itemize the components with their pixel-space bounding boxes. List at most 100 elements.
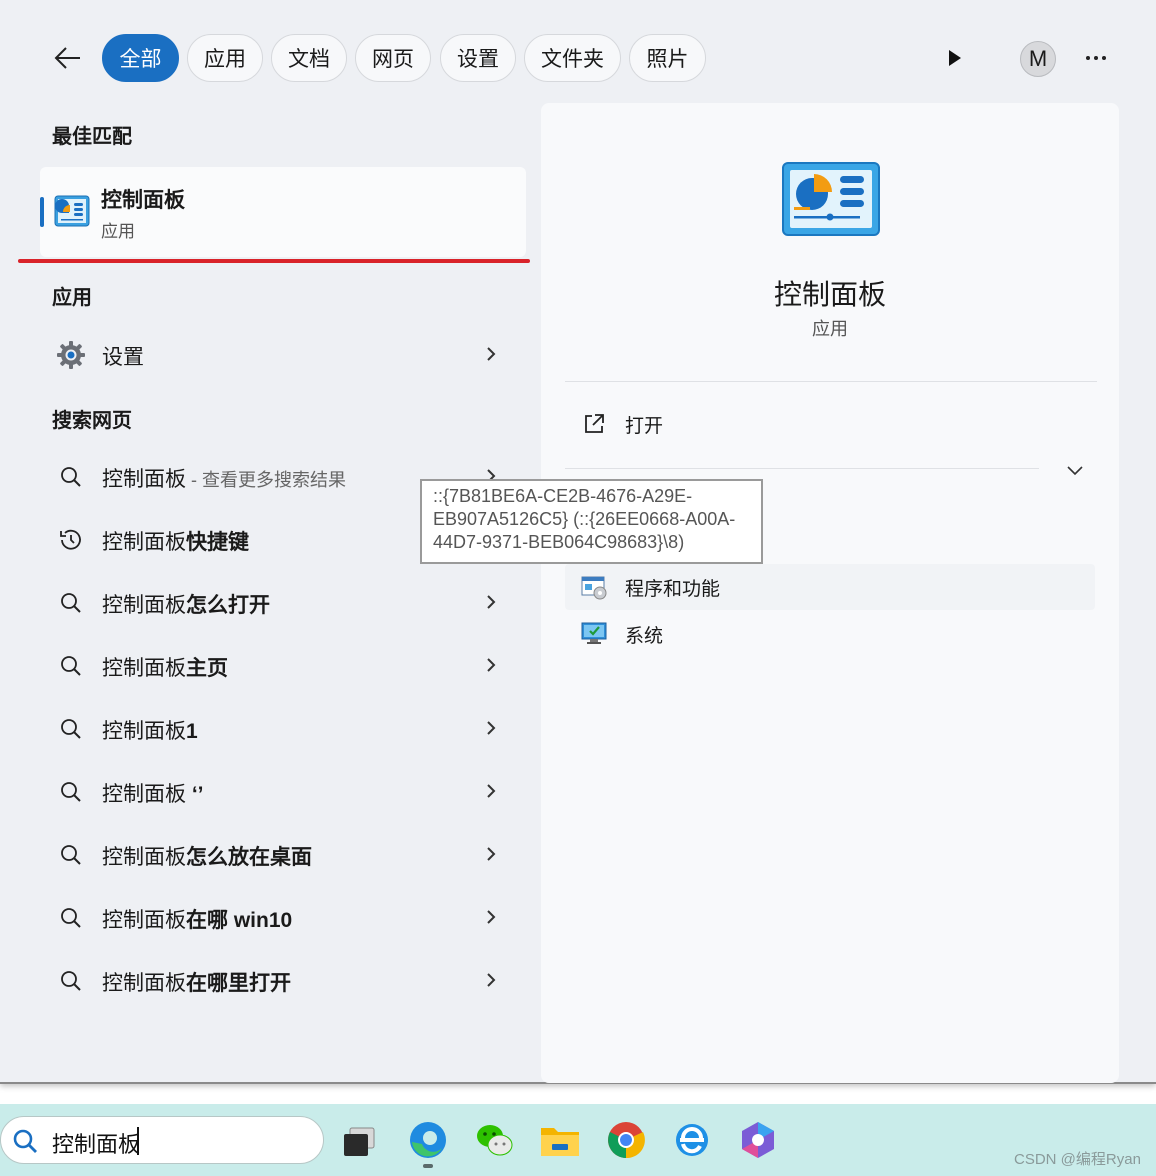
web-search-item[interactable]: 控制面板1 xyxy=(44,703,514,753)
query-suggestion: 在哪里打开 xyxy=(186,972,291,995)
query-suggestion: 快捷键 xyxy=(186,531,249,554)
copilot-icon[interactable] xyxy=(736,1118,780,1162)
query-suggestion: 主页 xyxy=(186,657,228,680)
file-explorer-icon[interactable] xyxy=(538,1118,582,1162)
open-action[interactable]: 打开 xyxy=(565,401,1095,447)
recent-item-programs-features[interactable]: 程序和功能 xyxy=(565,564,1095,610)
search-input[interactable]: 控制面板 xyxy=(52,1127,140,1159)
web-search-item[interactable]: 控制面板在哪里打开 xyxy=(44,955,514,1005)
more-results-hint: - 查看更多搜索结果 xyxy=(186,470,346,490)
web-search-text: 控制面板怎么放在桌面 xyxy=(102,841,312,871)
running-app-indicator xyxy=(423,1164,433,1168)
query-prefix: 控制面板 xyxy=(102,720,186,743)
query-prefix: 控制面板 xyxy=(102,846,186,869)
filter-tab-apps[interactable]: 应用 xyxy=(187,34,263,82)
chevron-right-icon xyxy=(484,656,498,674)
user-avatar[interactable]: M xyxy=(1020,41,1056,77)
open-label: 打开 xyxy=(625,416,664,437)
chrome-icon[interactable] xyxy=(604,1118,648,1162)
start-search-panel: 全部 应用 文档 网页 设置 文件夹 照片 M 最佳匹配 控制面板 应用 应用 xyxy=(0,0,1156,1084)
query-suggestion: 在哪 win10 xyxy=(186,909,293,932)
detail-title: 控制面板 xyxy=(773,279,886,310)
search-icon xyxy=(12,1128,38,1154)
programs-features-icon xyxy=(581,574,607,600)
divider xyxy=(565,381,1097,382)
query-prefix: 控制面板 xyxy=(102,972,186,995)
task-view-icon[interactable] xyxy=(340,1118,384,1162)
app-item-label: 设置 xyxy=(102,346,144,369)
web-search-text: 控制面板 - 查看更多搜索结果 xyxy=(102,463,346,493)
search-icon xyxy=(58,905,84,931)
settings-gear-icon xyxy=(57,341,85,369)
best-match-title: 控制面板 xyxy=(101,189,185,212)
expand-chevron-icon[interactable] xyxy=(1063,461,1087,481)
recent-item-system[interactable]: 系统 xyxy=(565,611,1095,657)
best-match-subtitle: 应用 xyxy=(101,222,135,241)
watermark-text: CSDN @编程Ryan xyxy=(1014,1151,1141,1168)
web-search-text: 控制面板 ‘’ xyxy=(102,778,204,808)
web-search-item[interactable]: 控制面板主页 xyxy=(44,640,514,690)
search-icon xyxy=(58,464,84,490)
divider xyxy=(565,468,1039,469)
web-search-item[interactable]: 控制面板怎么打开 xyxy=(44,577,514,627)
query-suggestion: 1 xyxy=(186,720,198,743)
filter-tab-photos[interactable]: 照片 xyxy=(629,34,706,82)
search-icon xyxy=(58,968,84,994)
query-prefix: 控制面板 xyxy=(102,468,186,491)
filter-tab-all[interactable]: 全部 xyxy=(102,34,179,82)
recent-item-label: 系统 xyxy=(625,626,664,647)
app-item-settings[interactable]: 设置 xyxy=(44,329,514,379)
chevron-right-icon xyxy=(484,345,498,363)
query-prefix: 控制面板 xyxy=(102,909,186,932)
web-search-item[interactable]: 控制面板 ‘’ xyxy=(44,766,514,816)
web-search-text: 控制面板怎么打开 xyxy=(102,589,270,619)
search-icon xyxy=(58,590,84,616)
text-caret xyxy=(137,1127,139,1155)
edge-icon[interactable] xyxy=(406,1118,450,1162)
web-search-text: 控制面板主页 xyxy=(102,652,228,682)
chevron-right-icon xyxy=(484,845,498,863)
detail-pane: 控制面板 应用 打开 程序和功能 系统 xyxy=(541,103,1119,1083)
query-prefix: 控制面板 xyxy=(102,531,186,554)
web-search-heading: 搜索网页 xyxy=(52,410,132,432)
search-icon xyxy=(58,653,84,679)
query-suggestion: 怎么打开 xyxy=(186,594,270,617)
web-search-text: 控制面板1 xyxy=(102,715,198,745)
recent-item-label: 程序和功能 xyxy=(625,579,721,600)
control-panel-large-icon xyxy=(782,162,880,236)
open-external-icon xyxy=(581,411,607,437)
query-suggestion: 怎么放在桌面 xyxy=(186,846,312,869)
play-icon[interactable] xyxy=(940,44,968,72)
query-prefix: 控制面板 xyxy=(102,594,186,617)
back-arrow-icon[interactable] xyxy=(48,38,88,78)
chevron-right-icon xyxy=(484,908,498,926)
query-suggestion: ‘’ xyxy=(186,783,204,806)
web-search-item[interactable]: 控制面板怎么放在桌面 xyxy=(44,829,514,879)
web-search-item[interactable]: 控制面板在哪 win10 xyxy=(44,892,514,942)
control-panel-icon xyxy=(54,195,90,227)
query-prefix: 控制面板 xyxy=(102,657,186,680)
search-icon xyxy=(58,779,84,805)
filter-tab-documents[interactable]: 文档 xyxy=(271,34,347,82)
filter-tab-folders[interactable]: 文件夹 xyxy=(524,34,621,82)
query-prefix: 控制面板 xyxy=(102,783,186,806)
taskbar: 控制面板 xyxy=(0,1104,1156,1176)
filter-tab-web[interactable]: 网页 xyxy=(355,34,431,82)
detail-subtitle: 应用 xyxy=(812,319,848,339)
best-match-heading: 最佳匹配 xyxy=(52,126,132,148)
web-search-text: 控制面板在哪 win10 xyxy=(102,904,292,934)
wechat-icon[interactable] xyxy=(472,1118,516,1162)
search-icon xyxy=(58,716,84,742)
chevron-right-icon xyxy=(484,593,498,611)
chevron-right-icon xyxy=(484,971,498,989)
more-options-icon[interactable] xyxy=(1080,42,1112,74)
system-monitor-icon xyxy=(581,621,607,647)
web-search-text: 控制面板在哪里打开 xyxy=(102,967,291,997)
best-match-result[interactable]: 控制面板 应用 xyxy=(40,167,526,257)
apps-heading: 应用 xyxy=(52,287,92,309)
ie-icon[interactable] xyxy=(670,1118,714,1162)
chevron-right-icon xyxy=(484,719,498,737)
filter-tab-settings[interactable]: 设置 xyxy=(440,34,516,82)
taskbar-search-box[interactable]: 控制面板 xyxy=(0,1116,324,1164)
history-icon xyxy=(58,527,84,553)
